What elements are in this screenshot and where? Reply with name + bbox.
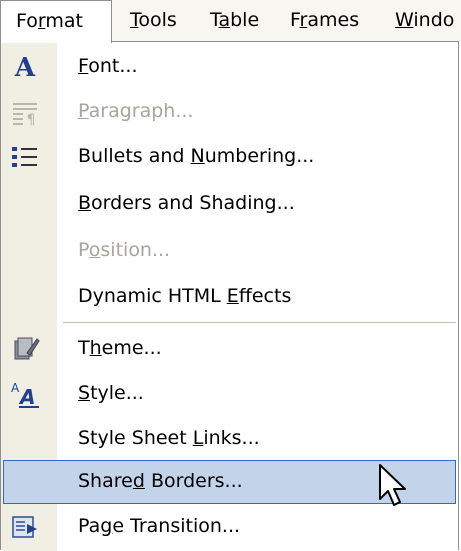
- page-transition-icon: [12, 516, 37, 538]
- svg-text:A: A: [18, 385, 35, 409]
- menu-item-label: Page Transition...: [78, 515, 241, 537]
- menubar-item-format[interactable]: Format: [0, 0, 112, 43]
- menu-item-label: Style...: [78, 382, 144, 404]
- menu-bar: Format Tools Table Frames Windo: [0, 0, 461, 43]
- menu-item-borders-shading[interactable]: Borders and Shading...: [3, 182, 456, 226]
- mouse-pointer-icon: [379, 464, 406, 506]
- menu-item-bullets-numbering[interactable]: Bullets and Numbering...: [3, 135, 456, 179]
- menu-item-label: Position...: [78, 239, 171, 261]
- menu-item-font[interactable]: A Font...: [3, 45, 456, 89]
- menubar-item-window[interactable]: Windo: [395, 0, 454, 42]
- svg-text:A: A: [14, 53, 36, 83]
- menubar-item-frames[interactable]: Frames: [290, 0, 359, 42]
- menubar-item-table[interactable]: Table: [210, 0, 259, 42]
- paragraph-icon: ¶: [13, 103, 37, 128]
- menu-item-style-sheet-links[interactable]: Style Sheet Links...: [3, 417, 456, 461]
- menu-item-label: Font...: [78, 55, 138, 77]
- menu-item-label: Theme...: [78, 337, 162, 359]
- menu-item-label: Dynamic HTML Effects: [78, 285, 292, 307]
- menubar-item-tools[interactable]: Tools: [130, 0, 177, 42]
- menu-item-style[interactable]: A A Style...: [3, 372, 456, 416]
- menu-item-paragraph[interactable]: ¶ Paragraph...: [3, 90, 456, 134]
- menu-item-position[interactable]: Position...: [3, 229, 456, 273]
- menu-item-label: Paragraph...: [78, 100, 194, 122]
- font-icon: A: [14, 53, 36, 83]
- theme-icon: [14, 337, 40, 360]
- menu-item-theme[interactable]: Theme...: [3, 327, 456, 371]
- menu-item-label: Style Sheet Links...: [78, 427, 260, 449]
- menu-item-page-transition[interactable]: Page Transition...: [3, 505, 456, 549]
- menu-item-label: Borders and Shading...: [78, 192, 295, 214]
- menu-separator: [63, 322, 456, 323]
- menu-item-label: Shared Borders...: [78, 470, 243, 492]
- bullets-icon: [12, 147, 37, 167]
- style-icon: A A: [11, 381, 39, 409]
- svg-text:A: A: [11, 381, 20, 395]
- menu-item-dynamic-html-effects[interactable]: Dynamic HTML Effects: [3, 275, 456, 319]
- menu-item-label: Bullets and Numbering...: [78, 145, 315, 167]
- svg-text:¶: ¶: [27, 112, 36, 128]
